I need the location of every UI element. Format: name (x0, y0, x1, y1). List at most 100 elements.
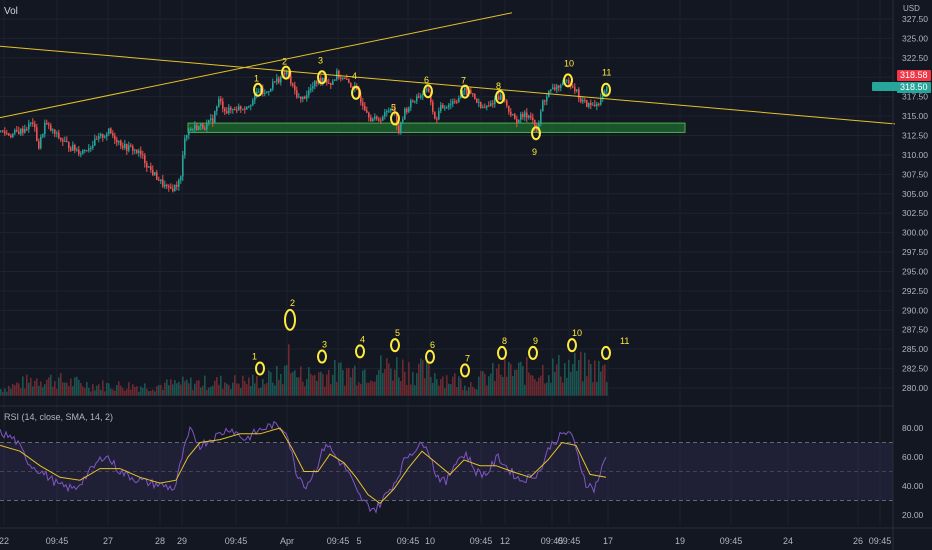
volume-bar (536, 381, 538, 396)
price-annotation-label: 7 (461, 76, 466, 86)
candle-body (182, 155, 184, 177)
candle-body (170, 187, 172, 189)
volume-bar (474, 388, 476, 396)
candle-body (582, 99, 584, 102)
price-marker-icon (872, 82, 898, 91)
volume-bar (402, 359, 404, 396)
volume-bar (320, 371, 322, 396)
volume-bar (564, 363, 566, 396)
price-annotation-label: 2 (282, 57, 287, 67)
candle-body (296, 90, 298, 98)
volume-bar (228, 384, 230, 396)
candle-body (500, 94, 502, 100)
candle-body (118, 140, 120, 143)
volume-annotation-label: 4 (360, 334, 365, 344)
candle-body (194, 125, 196, 129)
volume-label: Vol (4, 6, 18, 17)
volume-bar (566, 377, 568, 396)
volume-bar (472, 386, 474, 396)
volume-annotation-label: 2 (290, 298, 295, 308)
volume-bar (478, 376, 480, 396)
candle-body (532, 117, 534, 121)
volume-bar (330, 384, 332, 396)
candle-body (178, 179, 180, 187)
candle-body (108, 128, 110, 135)
volume-bar (350, 377, 352, 396)
volume-bar (266, 382, 268, 396)
volume-bar (542, 364, 544, 396)
volume-bar (580, 351, 582, 396)
volume-bar (362, 370, 364, 396)
time-axis-tick: 09:45 (720, 536, 743, 546)
candle-body (188, 130, 190, 136)
candle-body (386, 111, 388, 113)
volume-bar (2, 391, 4, 396)
candle-body (400, 121, 402, 133)
volume-bar (102, 380, 104, 396)
volume-bar (88, 387, 90, 396)
time-axis-tick: Apr (280, 536, 294, 546)
volume-bar (498, 363, 500, 396)
price-axis-tick: 300.00 (902, 228, 928, 238)
volume-bar (58, 377, 60, 396)
price-annotation-label: 1 (254, 74, 259, 84)
time-axis-tick: 09:45 (869, 536, 892, 546)
candle-body (412, 100, 414, 102)
candle-body (12, 133, 14, 137)
volume-bar (458, 376, 460, 396)
candle-body (112, 133, 114, 136)
volume-bar (34, 380, 36, 396)
volume-bar (0, 389, 2, 396)
candle-body (10, 135, 12, 137)
candle-body (362, 102, 364, 106)
volume-bar (390, 368, 392, 396)
time-axis-tick: 22 (0, 536, 9, 546)
candle-body (68, 141, 70, 149)
candle-body (292, 83, 294, 86)
candle-body (338, 70, 340, 78)
volume-bar (66, 382, 68, 396)
volume-bar (518, 362, 520, 396)
volume-bar (424, 378, 426, 396)
candle-body (212, 118, 214, 123)
candle-body (420, 95, 422, 98)
volume-bar (222, 388, 224, 396)
volume-bar (198, 380, 200, 396)
chart-canvas[interactable]: 327.50 325.00 322.50 3 20.00 317.50 315.00 312.… (0, 0, 932, 550)
volume-bar (446, 375, 448, 396)
candle-body (102, 134, 104, 138)
volume-bar (28, 382, 30, 396)
volume-bar (262, 379, 264, 396)
volume-bar (152, 389, 154, 396)
candle-body (126, 144, 128, 151)
volume-bar (436, 379, 438, 396)
candle-body (478, 101, 480, 103)
volume-bar (572, 363, 574, 396)
rsi-indicator-label[interactable]: RSI (14, close, SMA, 14, 2) (4, 412, 113, 422)
volume-bar (4, 388, 6, 396)
candle-body (48, 124, 50, 126)
candle-body (516, 119, 518, 123)
candle-body (268, 91, 270, 93)
volume-bar (366, 382, 368, 396)
price-axis-tick: 317.50 (902, 92, 928, 102)
volume-bar (94, 390, 96, 396)
candle-body (60, 138, 62, 140)
candle-body (148, 166, 150, 168)
volume-bar (36, 378, 38, 396)
volume-bar (168, 385, 170, 396)
volume-bar (342, 370, 344, 396)
candle-body (90, 147, 92, 149)
price-annotation-label: 9 (532, 147, 537, 157)
volume-bar (460, 378, 462, 396)
volume-bar (98, 384, 100, 396)
candle-body (166, 184, 168, 187)
volume-bar (110, 388, 112, 396)
candle-body (308, 90, 310, 96)
volume-bar (420, 358, 422, 396)
volume-bar (590, 363, 592, 396)
volume-bar (76, 376, 78, 396)
candle-body (428, 88, 430, 93)
volume-bar (316, 380, 318, 396)
candle-body (578, 89, 580, 99)
